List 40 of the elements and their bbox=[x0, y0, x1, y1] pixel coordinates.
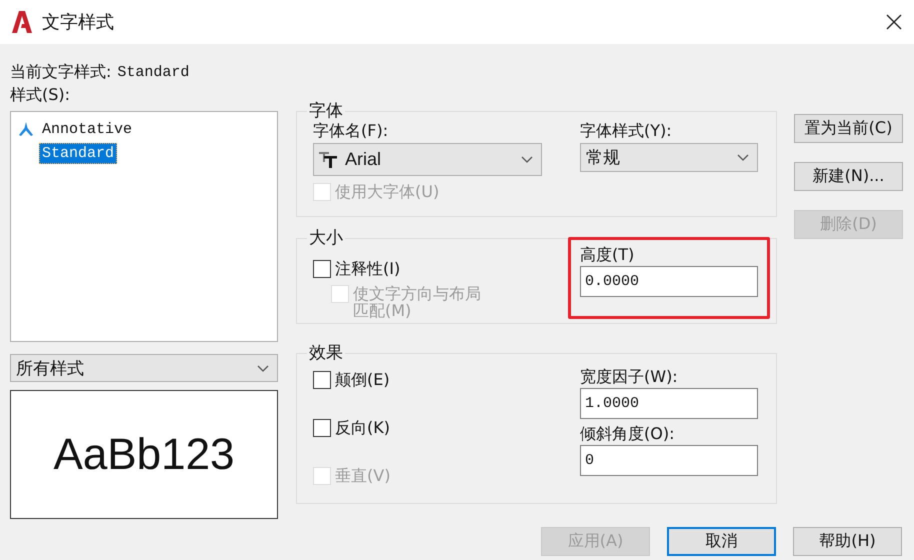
dialog-button[interactable]: 置为当前(C) bbox=[794, 114, 903, 143]
chevron-down-icon bbox=[521, 156, 533, 163]
dialog-button[interactable]: 取消 bbox=[667, 527, 776, 556]
style-filter-dropdown[interactable]: 所有样式 bbox=[10, 354, 278, 382]
dialog-button[interactable]: 帮助(H) bbox=[793, 527, 902, 556]
height-field[interactable]: 0.0000 bbox=[580, 266, 758, 297]
checkbox-label: 垂直(V) bbox=[335, 466, 390, 486]
effects-group-legend: 效果 bbox=[307, 344, 345, 362]
preview-text: AaBb123 bbox=[53, 430, 235, 480]
current-style-value: Standard bbox=[117, 64, 190, 80]
field-label: 倾斜角度(O): bbox=[580, 423, 676, 445]
font-name-label: 字体名(F): bbox=[313, 120, 390, 142]
font-type-icon bbox=[319, 150, 339, 168]
font-style-label: 字体样式(Y): bbox=[580, 120, 673, 142]
big-font-label: 使用大字体(U) bbox=[335, 182, 440, 202]
chevron-down-icon bbox=[737, 154, 749, 161]
style-item[interactable]: Standard bbox=[39, 142, 118, 164]
checkbox-label: 注释性(I) bbox=[335, 258, 400, 280]
dialog-button[interactable]: 新建(N)... bbox=[794, 162, 903, 191]
font-name-dropdown[interactable]: Arial bbox=[313, 143, 542, 176]
app-logo-icon bbox=[12, 11, 32, 33]
checkbox-label: 反向(K) bbox=[335, 418, 390, 438]
size-group-legend: 大小 bbox=[307, 229, 345, 247]
checkbox-label: 使文字方向与布局匹配(M) bbox=[353, 285, 482, 319]
checkbox-label: 颠倒(E) bbox=[335, 370, 390, 390]
window-title: 文字样式 bbox=[42, 11, 115, 34]
input-field[interactable]: 0 bbox=[580, 445, 758, 476]
chevron-down-icon bbox=[257, 364, 269, 372]
checkbox[interactable] bbox=[313, 371, 331, 389]
styles-label: 样式(S): bbox=[10, 84, 72, 106]
checkbox[interactable] bbox=[313, 260, 331, 278]
input-field[interactable]: 1.0000 bbox=[580, 388, 758, 419]
checkbox[interactable] bbox=[313, 419, 331, 437]
height-label: 高度(T) bbox=[580, 244, 636, 266]
font-style-dropdown[interactable]: 常规 bbox=[580, 143, 758, 172]
field-label: 宽度因子(W): bbox=[580, 366, 679, 388]
close-icon[interactable] bbox=[886, 14, 902, 30]
current-style-label: 当前文字样式: bbox=[10, 62, 112, 82]
style-item[interactable]: Annotative bbox=[39, 118, 136, 140]
font-group-legend: 字体 bbox=[307, 102, 345, 120]
